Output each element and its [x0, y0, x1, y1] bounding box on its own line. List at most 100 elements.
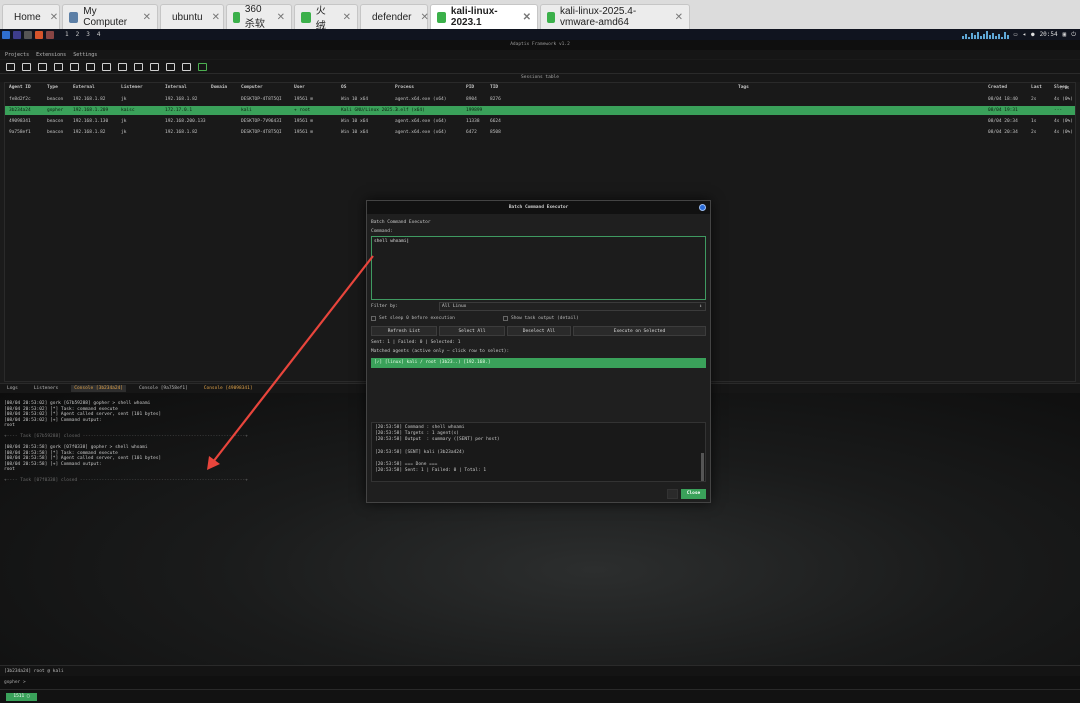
select-all-button[interactable]: Select All [439, 326, 505, 336]
tasks-icon[interactable] [86, 62, 95, 71]
column-header[interactable]: PID [466, 85, 474, 90]
deselect-all-button[interactable]: Deselect All [507, 326, 571, 336]
column-header[interactable]: TID [490, 85, 498, 90]
browser-icon[interactable] [35, 30, 43, 39]
browser-tab[interactable]: 360杀软 ✕ [226, 4, 292, 30]
close-tab-icon[interactable]: ✕ [50, 12, 58, 23]
notification-icon[interactable]: ● [1031, 31, 1035, 38]
column-header[interactable]: Internal [165, 85, 187, 90]
link-icon[interactable] [198, 62, 207, 71]
session-row[interactable]: 9a758ef1 beacon 192.168.1.82 jk 192.168.1.82… [5, 128, 1075, 137]
credentials-icon[interactable] [166, 62, 175, 71]
column-header[interactable]: Computer [241, 85, 263, 90]
close-tab-icon[interactable]: ✕ [675, 12, 683, 23]
browser-tab[interactable]: Home ✕ [2, 4, 60, 29]
menu-item[interactable]: Projects [5, 52, 29, 58]
column-header[interactable]: User [294, 85, 305, 90]
column-header[interactable]: OS [341, 85, 346, 90]
console-status: [3b234a24] root @ kali [0, 665, 1080, 676]
tab-label: 360杀软 [244, 4, 265, 30]
power-icon[interactable]: ⏻ [1071, 31, 1076, 39]
lock-icon[interactable]: ▣ [1063, 31, 1067, 38]
column-header[interactable]: Listener [121, 85, 143, 90]
browser-tab[interactable]: kali-linux-2025.4-vmware-amd64 ✕ [540, 4, 690, 29]
close-tab-icon[interactable]: ✕ [143, 12, 151, 23]
column-header[interactable]: Type [47, 85, 58, 90]
screenshots-icon[interactable] [182, 62, 191, 71]
logs-icon[interactable] [38, 62, 47, 71]
workspace-button[interactable]: 2 [76, 31, 80, 38]
tab-label: My Computer [83, 6, 128, 28]
bottom-tab[interactable]: Console [49098341] [201, 385, 256, 392]
session-row[interactable]: 49098341 beacon 192.168.1.130 jk 192.168.200… [5, 117, 1075, 126]
dialog-heading: Batch Command Executor [371, 220, 431, 225]
column-header[interactable]: Tags [738, 85, 749, 90]
column-header[interactable]: External [73, 85, 95, 90]
workspace-button[interactable]: 1 [65, 31, 69, 38]
close-icon[interactable] [699, 204, 706, 211]
app-icon[interactable] [46, 30, 54, 39]
minimize-button[interactable] [667, 489, 678, 499]
sleep-checkbox[interactable]: Set sleep 0 before execution [371, 316, 455, 321]
footer-tab[interactable]: 1511 ▢ [6, 693, 37, 701]
bottom-tab[interactable]: Logs [4, 385, 21, 392]
refresh-list-button[interactable]: Refresh List [371, 326, 437, 336]
tab-label: Home [14, 11, 41, 23]
graph-icon[interactable] [70, 62, 79, 71]
console-input[interactable]: gopher > [0, 676, 1080, 689]
system-tray: ▭ ◂ ● 20:54 ▣ ⏻ [961, 29, 1076, 40]
bottom-tab[interactable]: Console [3b234a24] [71, 385, 127, 392]
list-icon[interactable] [54, 62, 63, 71]
table-icon[interactable] [118, 62, 127, 71]
session-cell: 9a758ef1 [9, 130, 31, 135]
volume-icon[interactable]: ◂ [1022, 31, 1026, 38]
command-input[interactable]: shell whoami| [371, 236, 706, 300]
close-tab-icon[interactable]: ✕ [420, 12, 428, 23]
task-output-checkbox[interactable]: Show task output (detail) [503, 316, 579, 321]
execute-selected-button[interactable]: Execute on Selected [573, 326, 706, 336]
targets-icon[interactable] [134, 62, 143, 71]
log-scrollbar[interactable] [701, 453, 704, 481]
menu-item[interactable]: Extensions [36, 52, 66, 58]
menu-icon[interactable] [2, 30, 10, 39]
headphones-icon[interactable] [22, 62, 31, 71]
workspace-button[interactable]: 4 [97, 31, 101, 38]
browser-tab[interactable]: ubuntu ✕ [160, 4, 224, 29]
column-header[interactable]: Process [395, 85, 414, 90]
session-row[interactable]: 3b234a24 gopher 192.168.1.209 kaisc 172.17.0… [5, 106, 1075, 115]
display-icon[interactable]: ▭ [1014, 31, 1018, 38]
column-header[interactable]: Created [988, 85, 1007, 90]
clock[interactable]: 20:54 [1040, 31, 1058, 38]
session-cell: agent.x64.exe (x64) [395, 130, 447, 135]
checkbox-icon[interactable] [371, 316, 376, 321]
session-cell: 2s [1031, 130, 1037, 135]
close-tab-icon[interactable]: ✕ [212, 12, 220, 23]
matched-agent-row[interactable]: [✓] [linux] kali / root (3b23..) [192.16… [371, 358, 706, 368]
session-row[interactable]: fe8d2f2c beacon 192.168.1.82 jk 192.168.1.82… [5, 95, 1075, 104]
browser-tab[interactable]: My Computer ✕ [62, 4, 158, 29]
close-button[interactable]: Close [681, 489, 706, 499]
close-tab-icon[interactable]: ✕ [277, 12, 285, 23]
browser-tab[interactable]: kali-linux-2023.1 ✕ [430, 4, 538, 29]
browser-tab[interactable]: defender ✕ [360, 4, 429, 29]
bottom-tab[interactable]: Console [9a758ef1] [136, 385, 191, 392]
workspace-switcher[interactable]: 1234 [65, 31, 101, 38]
column-header[interactable]: Domain [211, 85, 227, 90]
filter-select[interactable]: All Linux ⇕ [439, 302, 706, 311]
browser-tab[interactable]: 火绒 ✕ [294, 4, 358, 32]
close-tab-icon[interactable]: ✕ [343, 12, 351, 23]
column-header[interactable]: Agent ID [9, 85, 31, 90]
downloads-icon[interactable] [150, 62, 159, 71]
chat-icon[interactable] [102, 62, 111, 71]
workspace-button[interactable]: 3 [86, 31, 90, 38]
column-header[interactable]: Sleep [1054, 85, 1068, 90]
column-header[interactable]: Last [1031, 85, 1042, 90]
files-icon[interactable] [13, 30, 21, 39]
session-cell: --- [1054, 108, 1063, 113]
terminal-icon[interactable] [24, 30, 32, 39]
checkbox-icon[interactable] [503, 316, 508, 321]
menu-item[interactable]: Settings [73, 52, 97, 58]
new-project-icon[interactable] [6, 62, 15, 71]
close-tab-icon[interactable]: ✕ [523, 12, 531, 23]
bottom-tab[interactable]: Listeners [31, 385, 61, 392]
